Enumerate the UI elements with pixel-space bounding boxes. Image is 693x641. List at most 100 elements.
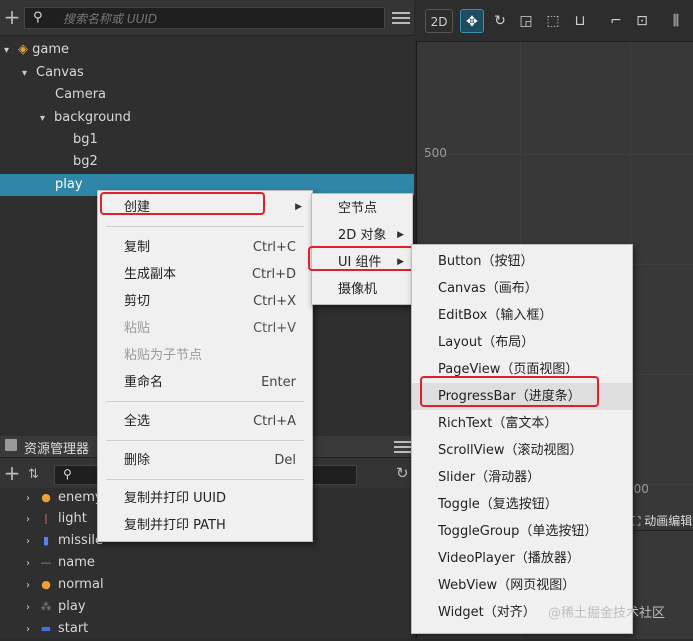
menu-item-button[interactable]: Button（按钮） xyxy=(412,248,632,275)
asset-item[interactable]: › ▮ missile xyxy=(0,530,103,552)
menu-item-scrollview[interactable]: ScrollView（滚动视图） xyxy=(412,437,632,464)
tab-label: 动画编辑 xyxy=(644,514,693,528)
assets-title: 资源管理器 xyxy=(24,442,90,457)
highlight-box xyxy=(308,246,420,271)
search-icon: ⚲ xyxy=(33,10,43,25)
2d-mode-button[interactable]: 2D xyxy=(425,9,453,33)
menu-item-cut[interactable]: 剪切 Ctrl+X xyxy=(98,288,312,315)
expand-arrow-icon[interactable]: › xyxy=(18,553,38,575)
animation-editor-tab[interactable]: ⛶ 动画编辑 xyxy=(632,512,693,532)
submenu-arrow-icon: ▶ xyxy=(397,230,404,240)
menu-item-videoplayer[interactable]: VideoPlayer（播放器） xyxy=(412,545,632,572)
tree-node-background[interactable]: ▾ background xyxy=(40,107,131,129)
ui-component-submenu: Button（按钮） Canvas（画布） EditBox（输入框） Layou… xyxy=(411,244,633,634)
menu-item-empty-node[interactable]: 空节点 xyxy=(312,195,412,222)
tree-node-bg1[interactable]: bg1 xyxy=(73,129,98,151)
tree-node-play[interactable]: play xyxy=(55,174,83,196)
image-icon: ǀ xyxy=(44,512,48,525)
asset-label: name xyxy=(58,555,95,570)
menu-item-select-all[interactable]: 全选 Ctrl+A xyxy=(98,408,312,435)
asset-label: play xyxy=(58,599,86,614)
expand-arrow-icon[interactable]: ▾ xyxy=(22,63,36,85)
transform-tool-icon[interactable]: ⊔ xyxy=(568,9,592,33)
search-placeholder: 搜索名称或 UUID xyxy=(63,12,158,26)
tree-node-bg2[interactable]: bg2 xyxy=(73,151,98,173)
asset-item[interactable]: › ● enemy xyxy=(0,487,103,509)
menu-item-duplicate[interactable]: 生成副本 Ctrl+D xyxy=(98,261,312,288)
asset-label: start xyxy=(58,621,89,636)
menu-item-2d-object[interactable]: 2D 对象 ▶ xyxy=(312,222,412,249)
add-node-icon[interactable]: + xyxy=(2,7,22,27)
menu-item-togglegroup[interactable]: ToggleGroup（单选按钮） xyxy=(412,518,632,545)
folder-icon xyxy=(5,439,17,451)
menu-icon[interactable] xyxy=(394,440,412,454)
search-icon: ⚲ xyxy=(63,467,72,481)
menu-item-paste: 粘贴 Ctrl+V xyxy=(124,321,296,336)
asset-item[interactable]: › ǀ light xyxy=(0,508,87,530)
rotate-tool-icon[interactable]: ↻ xyxy=(488,9,512,33)
scene-toolbar: 2D ✥ ↻ ◲ ⬚ ⊔ ⌐ ⊡ ⫼ xyxy=(416,0,693,42)
tree-node-game[interactable]: ▾ ◈ game xyxy=(4,39,69,61)
grid-line xyxy=(418,154,693,155)
expand-arrow-icon[interactable]: › xyxy=(18,531,38,553)
menu-item-copy-uuid[interactable]: 复制并打印 UUID xyxy=(98,485,312,512)
tree-node-label: game xyxy=(32,42,70,57)
refresh-icon[interactable]: ↻ xyxy=(396,464,409,482)
sort-icon[interactable]: ⇅ xyxy=(28,467,39,482)
image-icon: ▮ xyxy=(42,534,50,547)
expand-arrow-icon[interactable]: › xyxy=(18,597,38,619)
asset-item[interactable]: › ● normal xyxy=(0,574,104,596)
tree-node-label: bg2 xyxy=(73,154,98,169)
ruler-label: 500 xyxy=(424,146,447,160)
list-view-icon[interactable] xyxy=(392,11,410,25)
asset-item[interactable]: › — name xyxy=(0,552,95,574)
hierarchy-toolbar: + ⚲ 搜索名称或 UUID xyxy=(0,0,414,36)
image-icon: ▬ xyxy=(40,622,52,635)
menu-item-slider[interactable]: Slider（滑动器） xyxy=(412,464,632,491)
menu-separator xyxy=(106,440,304,441)
image-icon: ● xyxy=(41,578,51,591)
asset-label: light xyxy=(58,511,87,526)
game-icon: ◈ xyxy=(18,42,28,57)
image-icon: ⁂ xyxy=(40,600,52,613)
menu-item-camera[interactable]: 摄像机 xyxy=(312,276,412,303)
menu-item-copy[interactable]: 复制 Ctrl+C xyxy=(98,234,312,261)
tree-node-label: play xyxy=(55,177,83,192)
coordinate-icon[interactable]: ⊡ xyxy=(630,9,654,33)
asset-label: normal xyxy=(58,577,104,592)
move-tool-icon[interactable]: ✥ xyxy=(460,9,484,33)
menu-item-toggle[interactable]: Toggle（复选按钮） xyxy=(412,491,632,518)
menu-item-rename[interactable]: 重命名 Enter xyxy=(98,369,312,396)
tree-node-camera[interactable]: Camera xyxy=(55,84,106,106)
tree-node-label: bg1 xyxy=(73,132,98,147)
align-icon[interactable]: ⫼ xyxy=(664,9,688,33)
asset-item[interactable]: › ▬ start xyxy=(0,618,88,640)
asset-label: enemy xyxy=(58,490,103,505)
menu-item-richtext[interactable]: RichText（富文本） xyxy=(412,410,632,437)
expand-arrow-icon[interactable]: ▾ xyxy=(40,108,54,130)
highlight-box xyxy=(100,192,265,215)
add-asset-icon[interactable]: + xyxy=(2,463,22,483)
expand-arrow-icon[interactable]: › xyxy=(18,509,38,531)
menu-item-delete[interactable]: 删除 Del xyxy=(98,447,312,474)
scale-tool-icon[interactable]: ◲ xyxy=(514,9,538,33)
watermark: @稀土掘金技术社区 xyxy=(548,606,666,621)
tree-node-canvas[interactable]: ▾ Canvas xyxy=(22,62,84,84)
menu-item-editbox[interactable]: EditBox（输入框） xyxy=(412,302,632,329)
menu-item-copy-path[interactable]: 复制并打印 PATH xyxy=(98,512,312,539)
image-icon: — xyxy=(40,556,52,569)
rect-tool-icon[interactable]: ⬚ xyxy=(541,9,565,33)
expand-arrow-icon[interactable]: › xyxy=(18,619,38,641)
tree-node-label: Camera xyxy=(55,87,107,102)
expand-arrow-icon[interactable]: › xyxy=(18,488,38,510)
submenu-arrow-icon: ▶ xyxy=(295,202,302,212)
hierarchy-search-input[interactable]: ⚲ 搜索名称或 UUID xyxy=(24,7,385,29)
expand-arrow-icon[interactable]: › xyxy=(18,575,38,597)
expand-arrow-icon[interactable]: ▾ xyxy=(4,40,18,62)
pivot-icon[interactable]: ⌐ xyxy=(604,9,628,33)
menu-separator xyxy=(106,479,304,480)
menu-item-webview[interactable]: WebView（网页视图） xyxy=(412,572,632,599)
asset-item[interactable]: › ⁂ play xyxy=(0,596,86,618)
menu-item-layout[interactable]: Layout（布局） xyxy=(412,329,632,356)
menu-item-canvas[interactable]: Canvas（画布） xyxy=(412,275,632,302)
